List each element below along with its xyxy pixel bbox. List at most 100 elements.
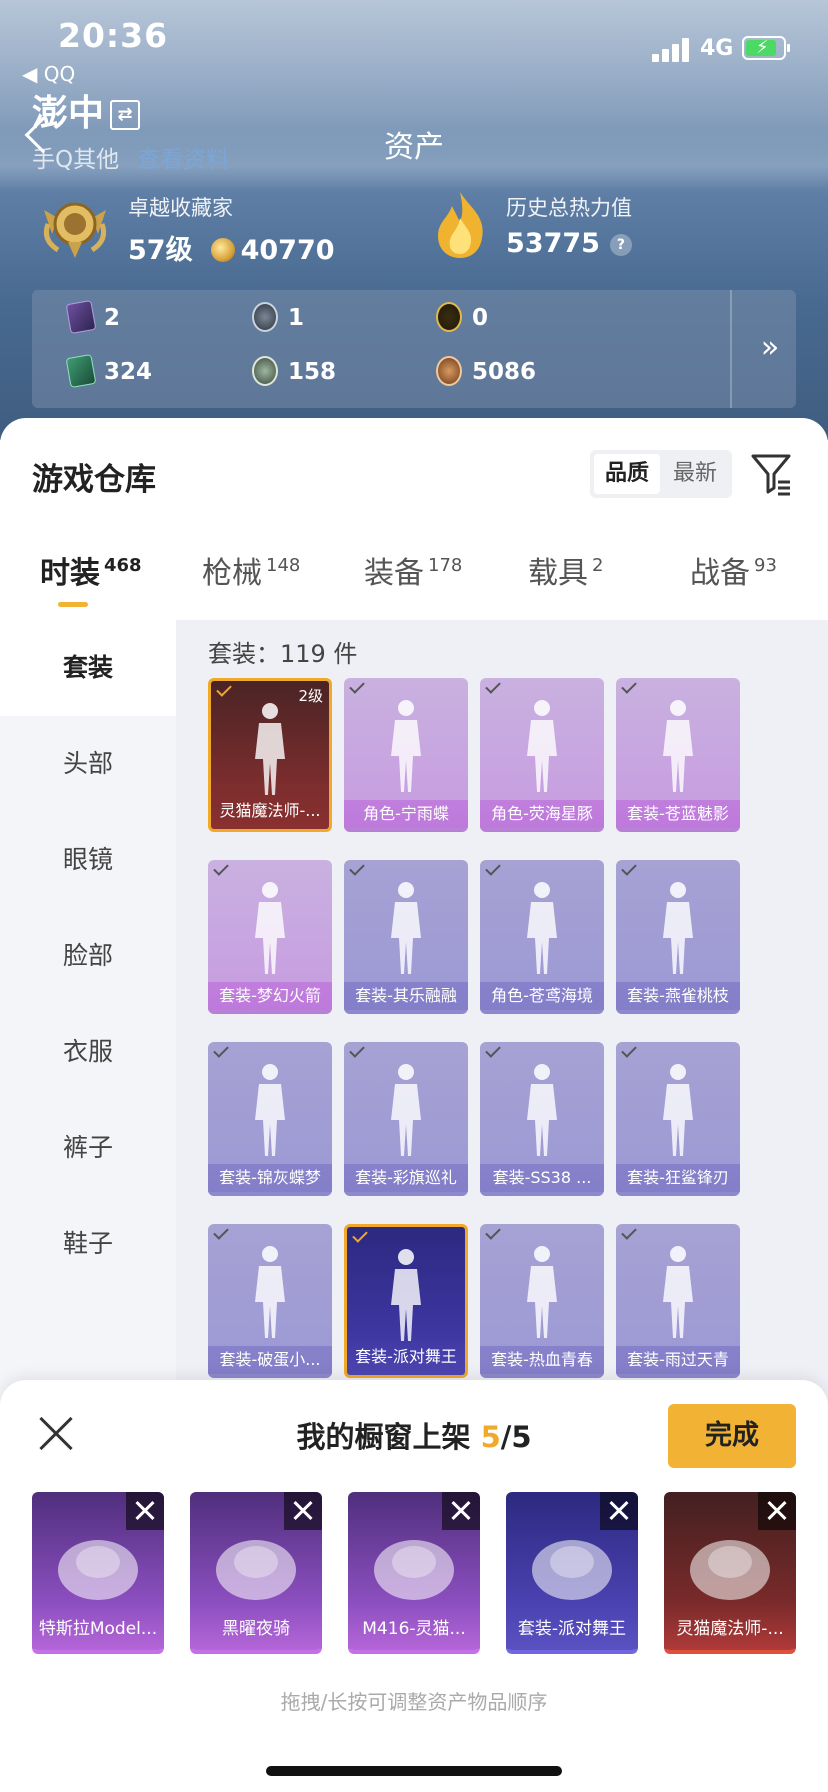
resource-value: 1 [288,305,305,331]
outfit-tile[interactable]: 角色-宁雨蝶 [344,678,468,832]
level-badge: 2级 [298,687,323,705]
resource-value: 2 [104,305,121,331]
home-indicator [266,1766,562,1776]
help-icon[interactable]: ? [609,234,632,256]
remove-icon[interactable] [284,1492,322,1530]
back-to-app-link[interactable]: ◀ QQ [22,62,75,86]
sidebar-item-head[interactable]: 头部 [0,716,176,812]
resource-value: 0 [472,305,489,331]
showcase-total-count: /5 [500,1420,532,1454]
outfit-tile[interactable]: 套装-梦幻火箭 [208,860,332,1014]
done-button[interactable]: 完成 [668,1404,796,1468]
remove-icon[interactable] [600,1492,638,1530]
active-tab-indicator [58,602,88,607]
showcase-slot[interactable]: 灵猫魔法师-... [664,1492,796,1654]
outfit-name: 套装-热血青春 [480,1346,604,1374]
outfit-tile[interactable]: 套装-破蛋小... [208,1224,332,1378]
showcase-slot[interactable]: 特斯拉Model... [32,1492,164,1654]
green-card-icon [65,353,97,389]
tab-label: 载具 [528,556,588,591]
tab-weapons[interactable]: 枪械 148 [202,548,300,592]
showcase-sheet: 我的橱窗上架 5/5 完成 特斯拉Model... 黑曜夜骑 M416-灵猫... 套… [0,1380,828,1792]
outfit-tile[interactable]: 套装-苍蓝魅影 [616,678,740,832]
outfit-tile[interactable]: 套装-热血青春 [480,1224,604,1378]
sidebar-item-glasses[interactable]: 眼镜 [0,812,176,908]
tab-count: 148 [266,555,301,576]
sidebar-item-shoes[interactable]: 鞋子 [0,1196,176,1292]
showcase-item-name: 特斯拉Model... [38,1619,158,1639]
outfit-tile[interactable]: 角色-荧海星豚 [480,678,604,832]
sidebar-item-pants[interactable]: 裤子 [0,1100,176,1196]
tab-equipment[interactable]: 装备 178 [364,548,462,592]
outfit-tile[interactable]: 2级灵猫魔法师-... [208,678,332,832]
category-tabs: 时装 468 枪械 148 装备 178 载具 2 战备 93 [0,548,828,620]
outfit-name: 套装-梦幻火箭 [208,982,332,1010]
outfit-name: 套装-派对舞王 [355,1347,457,1366]
resource-green-card: 324 [65,352,153,392]
tab-count: 178 [428,555,463,576]
network-type: 4G [700,36,734,61]
outfit-name: 套装-彩旗巡礼 [344,1164,468,1192]
bronze-coin-icon [252,356,278,386]
expand-resources-button[interactable]: » [748,326,792,370]
tab-count: 468 [104,555,142,576]
outfit-tile[interactable]: 套装-彩旗巡礼 [344,1042,468,1196]
outfit-name: 套装-苍蓝魅影 [616,800,740,828]
silver-token-icon [252,302,278,332]
remove-icon[interactable] [442,1492,480,1530]
tab-vehicles[interactable]: 载具 2 [528,548,603,592]
outfit-tile[interactable]: 套装-狂鲨锋刃 [616,1042,740,1196]
tab-label: 时装 [40,556,100,591]
resource-value: 324 [104,359,153,385]
battery-icon: ⚡ [742,36,790,60]
outfit-tile[interactable]: 套装-锦灰蝶梦 [208,1042,332,1196]
outfit-name: 套装-SS38 ... [480,1164,604,1192]
outfit-name: 套装-锦灰蝶梦 [208,1164,332,1192]
outfit-tile[interactable]: 角色-苍鸢海境 [480,860,604,1014]
flame-icon [438,192,483,258]
heat-value: 53775 [506,228,600,259]
resource-copper-coin: 5086 [436,352,536,392]
sidebar-item-clothes[interactable]: 衣服 [0,1004,176,1100]
outfit-name: 套装-其乐融融 [344,982,468,1010]
tab-label: 枪械 [202,556,262,591]
resource-gold-token: 0 [436,298,488,338]
outfit-tile[interactable]: 套装-其乐融融 [344,860,468,1014]
collector-label: 卓越收藏家 [128,196,233,220]
resource-silver-token: 1 [252,298,304,338]
outfit-tile[interactable]: 套装-SS38 ... [480,1042,604,1196]
showcase-item-name: 灵猫魔法师-... [676,1619,784,1639]
resource-panel: 2 1 0 324 158 5086 » [32,290,796,408]
status-bar: 20:36 ◀ QQ 4G ⚡ [0,0,828,86]
outfit-name: 灵猫魔法师-... [219,801,321,820]
sort-quality-button[interactable]: 品质 [594,454,660,494]
outfit-tile[interactable]: 套装-燕雀桃枝 [616,860,740,1014]
sort-toggle: 品质 最新 [590,450,732,498]
outfit-name: 角色-苍鸢海境 [480,982,604,1010]
tab-label: 装备 [364,556,424,591]
card-icon [65,299,97,335]
outfit-name: 角色-荧海星豚 [480,800,604,828]
outfit-name: 角色-宁雨蝶 [344,800,468,828]
tab-count: 2 [592,555,604,576]
sidebar-item-face[interactable]: 脸部 [0,908,176,1004]
tab-supplies[interactable]: 战备 93 [690,548,777,592]
filter-icon[interactable] [750,452,792,496]
showcase-slot[interactable]: 套装-派对舞王 [506,1492,638,1654]
showcase-slot[interactable]: 黑曜夜骑 [190,1492,322,1654]
resource-value: 5086 [472,359,537,385]
outfit-name: 套装-狂鲨锋刃 [616,1164,740,1192]
tab-fashion[interactable]: 时装 468 [40,548,142,592]
remove-icon[interactable] [758,1492,796,1530]
remove-icon[interactable] [126,1492,164,1530]
outfit-tile[interactable]: 套装-派对舞王 [344,1224,468,1378]
showcase-slot[interactable]: M416-灵猫... [348,1492,480,1654]
tab-count: 93 [754,555,777,576]
sort-latest-button[interactable]: 最新 [662,454,728,494]
showcase-item-name: 黑曜夜骑 [222,1619,290,1639]
sidebar-item-outfits[interactable]: 套装 [0,620,176,716]
resource-card: 2 [65,298,121,338]
outfit-tile[interactable]: 套装-雨过天青 [616,1224,740,1378]
showcase-item-name: 套装-派对舞王 [517,1619,627,1639]
heat-label: 历史总热力值 [506,196,632,220]
